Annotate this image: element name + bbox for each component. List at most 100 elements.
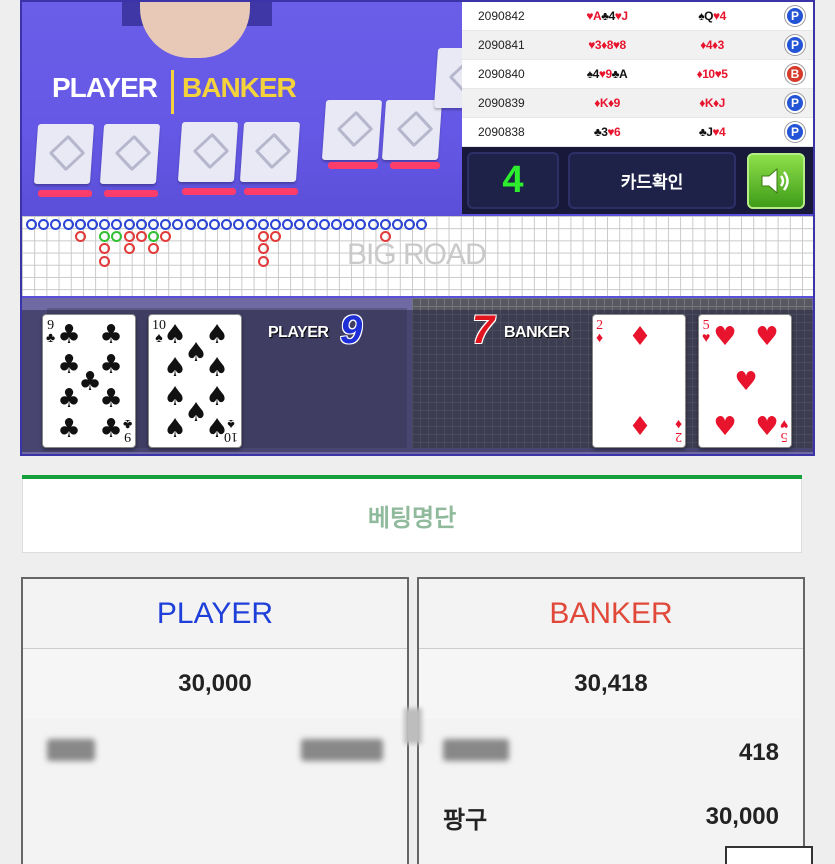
table-card bbox=[433, 48, 462, 108]
road-marker bbox=[367, 219, 379, 230]
road-marker bbox=[74, 231, 86, 243]
banker-hand: ♦K♦J bbox=[699, 96, 725, 110]
road-marker bbox=[62, 219, 74, 230]
banker-bet-header: BANKER bbox=[419, 579, 803, 649]
road-marker bbox=[160, 219, 172, 230]
suit-pip: ♥ bbox=[734, 367, 758, 397]
road-marker bbox=[148, 231, 159, 243]
card-corner-index: 5 ♥ bbox=[702, 318, 711, 346]
suit-pip: ♣ bbox=[57, 350, 81, 380]
player-bet-row bbox=[23, 733, 407, 773]
bet-amount: 30,000 bbox=[705, 803, 779, 830]
winner-badge: P bbox=[785, 93, 805, 113]
suit-pip: ♦ bbox=[628, 322, 652, 352]
road-marker bbox=[379, 219, 391, 230]
bet-user-name-redacted bbox=[47, 738, 95, 768]
card-corner-index: 2 ♦ bbox=[596, 318, 604, 346]
road-marker bbox=[38, 219, 50, 230]
suit-pip: ♠ bbox=[205, 353, 229, 383]
player-score-label: PLAYER bbox=[268, 324, 329, 341]
road-marker bbox=[416, 219, 428, 230]
bottom-action-box[interactable] bbox=[725, 846, 813, 864]
card-slot bbox=[104, 190, 158, 197]
countdown-display: 4 bbox=[467, 152, 559, 209]
banker-bet-box: BANKER 30,418 418 팡구 30,000 bbox=[417, 577, 805, 864]
suit-pip: ♦ bbox=[628, 412, 652, 442]
road-marker bbox=[172, 219, 184, 230]
road-marker bbox=[306, 219, 318, 230]
banker-card-1: 2 ♦ 2 ♦ ♦ ♦ bbox=[592, 314, 686, 448]
suit-pip: ♥ bbox=[713, 412, 737, 442]
road-marker bbox=[123, 219, 135, 230]
suit-pip: ♥ bbox=[755, 412, 779, 442]
road-marker bbox=[111, 219, 123, 230]
player-hand: ♣3♥6 bbox=[593, 125, 621, 139]
road-marker bbox=[318, 219, 330, 230]
speaker-icon bbox=[761, 167, 789, 195]
banker-hand: ♣J♥4 bbox=[698, 125, 726, 139]
road-marker bbox=[148, 219, 159, 230]
results-history-table: 2090842 ♥A♣4♥J ♠Q♥4 P 2090841 ♥3♦8♥8 ♦4♦3 P 2090… bbox=[462, 2, 813, 147]
card-corner-index: 5 ♥ bbox=[779, 416, 788, 444]
result-row: 2090842 ♥A♣4♥J ♠Q♥4 P bbox=[462, 2, 813, 31]
road-marker bbox=[209, 219, 220, 230]
road-marker bbox=[148, 243, 159, 255]
bet-amount-redacted bbox=[301, 738, 383, 768]
table-card bbox=[239, 122, 301, 182]
suit-pip: ♠ bbox=[163, 382, 187, 412]
banker-score: 7 bbox=[472, 308, 495, 352]
bet-user-name: 팡구 bbox=[443, 806, 488, 834]
road-marker bbox=[282, 219, 294, 230]
road-marker bbox=[343, 219, 355, 230]
table-card bbox=[33, 124, 95, 184]
road-marker bbox=[257, 255, 269, 267]
banker-bet-row: 418 bbox=[419, 733, 803, 773]
banker-hand: ♠Q♥4 bbox=[698, 9, 726, 23]
live-video: PLAYER BANKER bbox=[22, 2, 462, 214]
road-marker bbox=[270, 219, 281, 230]
player-card-2: 10 ♠ 10 ♠ ♠ ♠ ♠ ♠ ♠ ♠ ♠ ♠ ♠ ♠ bbox=[148, 314, 242, 448]
card-pips: ♦ ♦ bbox=[607, 323, 673, 441]
scroll-handle[interactable] bbox=[404, 708, 422, 744]
card-confirm-button[interactable]: 카드확인 bbox=[568, 152, 736, 209]
result-row: 2090841 ♥3♦8♥8 ♦4♦3 P bbox=[462, 31, 813, 60]
road-marker bbox=[257, 219, 269, 230]
bet-list-title: 베팅명단 bbox=[22, 479, 802, 553]
road-marker bbox=[196, 219, 208, 230]
round-id: 2090842 bbox=[478, 9, 525, 23]
suit-pip: ♠ bbox=[205, 414, 229, 444]
round-id: 2090839 bbox=[478, 96, 525, 110]
suit-pip: ♠ bbox=[163, 414, 187, 444]
sound-toggle-button[interactable] bbox=[747, 153, 805, 209]
road-marker bbox=[123, 231, 135, 243]
card-corner-index: 9 ♣ bbox=[46, 318, 56, 346]
road-marker bbox=[74, 219, 86, 230]
big-road-board: BIG ROAD bbox=[22, 216, 813, 296]
card-corner-index: 9 ♣ bbox=[122, 416, 132, 444]
banker-bet-row: 팡구 30,000 bbox=[419, 797, 803, 837]
result-row: 2090838 ♣3♥6 ♣J♥4 P bbox=[462, 118, 813, 147]
video-player-label: PLAYER bbox=[52, 72, 158, 103]
suit-pip: ♣ bbox=[78, 367, 102, 397]
card-pips: ♠ ♠ ♠ ♠ ♠ ♠ ♠ ♠ ♠ ♠ bbox=[163, 322, 229, 444]
card-slot bbox=[244, 188, 298, 195]
player-bet-box: PLAYER 30,000 bbox=[21, 577, 409, 864]
big-road-label: BIG ROAD bbox=[347, 238, 487, 271]
video-banker-label: BANKER bbox=[182, 72, 297, 103]
road-marker bbox=[135, 231, 147, 243]
road-marker bbox=[135, 219, 147, 230]
suit-pip: ♣ bbox=[99, 320, 123, 350]
suit-pip: ♠ bbox=[184, 338, 208, 368]
road-marker bbox=[99, 255, 111, 267]
banker-card-2: 5 ♥ 5 ♥ ♥ ♥ ♥ ♥ ♥ bbox=[698, 314, 792, 448]
suit-pip: ♠ bbox=[205, 382, 229, 412]
road-marker bbox=[257, 231, 269, 243]
suit-pip: ♠ bbox=[163, 353, 187, 383]
video-divider bbox=[171, 70, 174, 114]
card-slot bbox=[38, 190, 92, 197]
suit-pip: ♥ bbox=[713, 322, 737, 352]
result-reveal-area: 9 ♣ 9 ♣ ♣ ♣ ♣ ♣ ♣ ♣ ♣ ♣ ♣ 10 ♠ 10 ♠ ♠ ♠ ♠ ♠ ♠ ♠ ♠ ♠ ♠ ♠ PLAYER 9 … bbox=[22, 298, 813, 454]
suit-pip: ♣ bbox=[57, 320, 81, 350]
road-marker bbox=[379, 231, 391, 243]
round-id: 2090841 bbox=[478, 38, 525, 52]
